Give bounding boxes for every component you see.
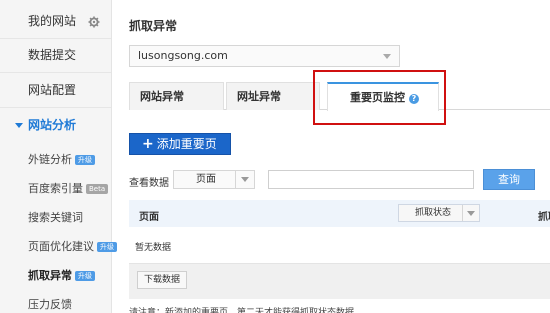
page-title: 抓取异常 <box>129 19 178 33</box>
filter-select-value: 页面 <box>196 174 216 185</box>
filter-label: 查看数据 <box>129 178 169 189</box>
tab-label: 网址异常 <box>237 90 281 103</box>
tab-site-errors[interactable]: 网站异常 <box>129 82 224 110</box>
tab-url-errors[interactable]: 网址异常 <box>226 82 320 110</box>
caret-down-icon <box>383 54 391 59</box>
column-header-crawl: 抓取 <box>538 212 550 223</box>
sidebar-subitem-crawl-errors[interactable]: 抓取异常 升级 <box>28 267 95 283</box>
upgrade-badge: 升级 <box>75 271 95 281</box>
sidebar-item-data-submit[interactable]: 数据提交 <box>0 38 111 73</box>
tab-label: 网站异常 <box>140 90 184 103</box>
footer-note: 请注意：新添加的重要页，第二天才能获得抓取状态数据 <box>129 308 355 313</box>
filter-input[interactable] <box>268 170 474 189</box>
sidebar-item-my-sites[interactable]: 我的网站 <box>0 4 111 39</box>
plus-icon: + <box>142 136 154 152</box>
sidebar-item-label: 网站分析 <box>28 118 77 132</box>
sidebar-item-label: 数据提交 <box>28 48 77 62</box>
add-button-label: 添加重要页 <box>156 137 217 151</box>
query-button[interactable]: 查询 <box>483 169 535 190</box>
filter-type-select[interactable]: 页面 <box>173 170 255 189</box>
chevron-down-icon <box>15 123 23 128</box>
empty-state-text: 暂无数据 <box>135 243 172 253</box>
sidebar-subitem-label: 抓取异常 <box>28 269 72 282</box>
sidebar-subitem-label: 压力反馈 <box>28 298 72 311</box>
highlight-annotation-box <box>313 70 446 125</box>
sidebar-subitem-search-keywords[interactable]: 搜索关键词 <box>28 209 83 225</box>
sidebar-item-site-config[interactable]: 网站配置 <box>0 73 111 108</box>
gear-icon[interactable] <box>88 16 100 28</box>
sidebar-item-site-analysis[interactable]: 网站分析 <box>0 108 111 143</box>
caret-down-icon <box>467 211 475 216</box>
site-select[interactable]: lusongsong.com <box>129 45 400 67</box>
sidebar-item-label: 网站配置 <box>28 83 77 97</box>
sidebar-subitem-backlinks[interactable]: 外链分析 升级 <box>28 151 95 167</box>
sidebar-subitem-label: 页面优化建议 <box>28 240 94 253</box>
column-header-page: 页面 <box>139 212 159 223</box>
sidebar-subitem-page-optimization[interactable]: 页面优化建议 升级 <box>28 238 117 254</box>
table-footer: 下载数据 <box>129 263 550 299</box>
sidebar-subitem-pressure-feedback[interactable]: 压力反馈 <box>28 296 72 312</box>
site-select-value: lusongsong.com <box>138 49 228 62</box>
sidebar-item-label: 我的网站 <box>28 14 77 28</box>
upgrade-badge: 升级 <box>75 155 95 165</box>
select-divider <box>462 205 463 221</box>
crawl-status-label: 抓取状态 <box>415 208 452 218</box>
sidebar: 我的网站 数据提交 网站配置 网站分析 外链分析 升级 百度索引量 Beta 搜索关… <box>0 0 117 313</box>
sidebar-subitem-label: 搜索关键词 <box>28 211 83 224</box>
add-important-page-button[interactable]: + 添加重要页 <box>129 133 231 155</box>
sidebar-subitem-label: 百度索引量 <box>28 182 83 195</box>
select-divider <box>235 171 236 188</box>
table-header: 页面 抓取状态 抓取 <box>129 200 550 227</box>
sidebar-subitem-label: 外链分析 <box>28 153 72 166</box>
beta-badge: Beta <box>86 184 109 194</box>
main-content: 抓取异常 lusongsong.com 网站异常 网址异常 重要页监控? + 添加… <box>113 0 550 313</box>
download-data-button[interactable]: 下载数据 <box>137 271 187 289</box>
caret-down-icon <box>241 177 249 182</box>
sidebar-subitem-index-count[interactable]: 百度索引量 Beta <box>28 180 109 196</box>
crawl-status-select[interactable]: 抓取状态 <box>398 204 480 222</box>
